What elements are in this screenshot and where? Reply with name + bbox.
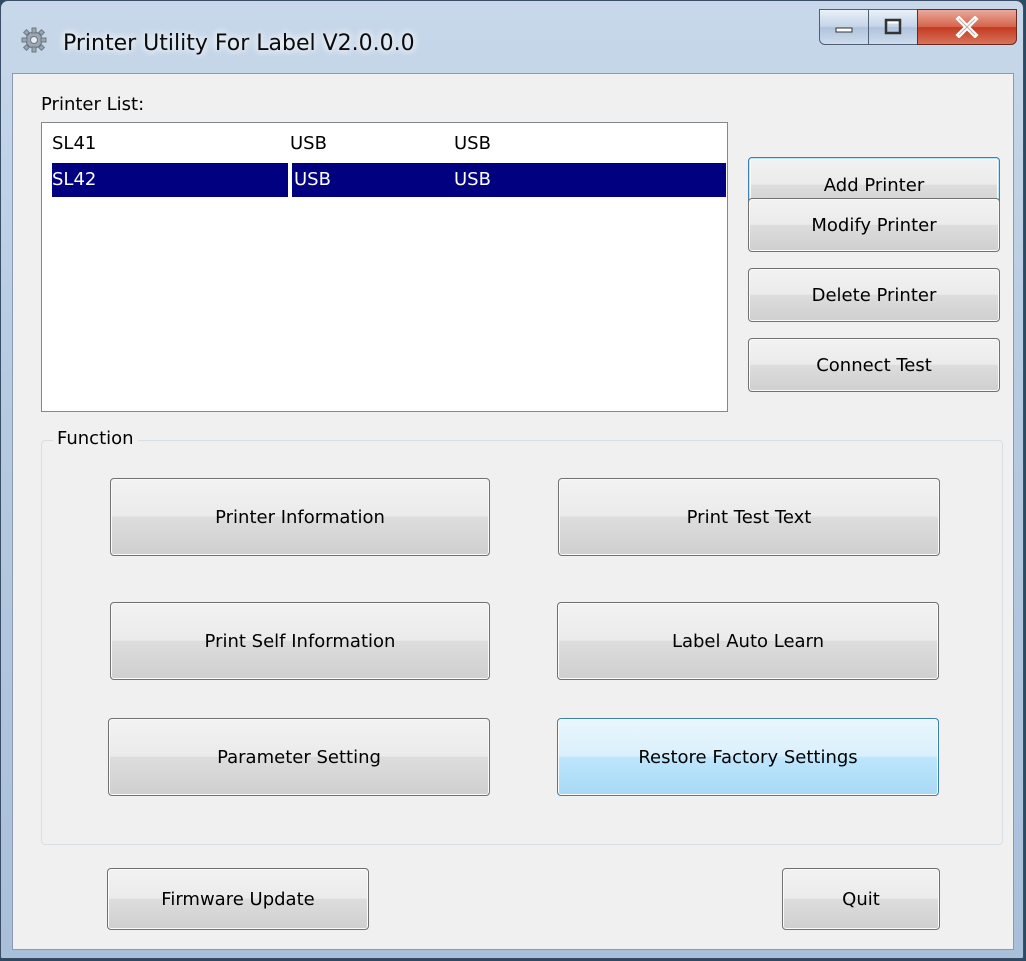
delete-printer-button[interactable]: Delete Printer (748, 268, 1000, 322)
printer-list[interactable]: SL41 USB USB SL42 USB USB (41, 122, 728, 412)
printer-port: USB (290, 133, 327, 154)
selection-highlight (292, 163, 726, 197)
gear-icon (21, 27, 47, 53)
client-area: Printer List: SL41 USB USB SL42 USB USB … (12, 73, 1014, 950)
title-bar[interactable]: Printer Utility For Label V2.0.0.0 (1, 1, 1023, 73)
quit-button[interactable]: Quit (782, 868, 940, 930)
printer-name: SL41 (52, 133, 97, 154)
function-group-title: Function (53, 428, 138, 449)
label-auto-learn-button[interactable]: Label Auto Learn (557, 602, 939, 680)
list-item[interactable]: SL41 USB USB (52, 127, 726, 161)
printer-name: SL42 (52, 169, 97, 190)
restore-factory-settings-button[interactable]: Restore Factory Settings (557, 718, 939, 796)
close-icon (955, 16, 979, 38)
printer-type: USB (454, 133, 491, 154)
list-item-selected[interactable]: SL42 USB USB (52, 163, 726, 197)
printer-list-label: Printer List: (41, 94, 145, 115)
connect-test-button[interactable]: Connect Test (748, 338, 1000, 392)
print-test-text-button[interactable]: Print Test Text (558, 478, 940, 556)
maximize-icon (884, 18, 902, 35)
minimize-button[interactable] (819, 9, 869, 45)
close-button[interactable] (917, 9, 1017, 45)
print-self-information-button[interactable]: Print Self Information (110, 602, 490, 680)
printer-port: USB (294, 169, 331, 190)
maximize-button[interactable] (868, 9, 918, 45)
window-title: Printer Utility For Label V2.0.0.0 (63, 31, 415, 56)
application-window: Printer Utility For Label V2.0.0.0 Print… (0, 0, 1024, 959)
parameter-setting-button[interactable]: Parameter Setting (108, 718, 490, 796)
printer-type: USB (454, 169, 491, 190)
firmware-update-button[interactable]: Firmware Update (107, 868, 369, 930)
modify-printer-button[interactable]: Modify Printer (748, 198, 1000, 252)
printer-information-button[interactable]: Printer Information (110, 478, 490, 556)
minimize-icon (835, 27, 853, 33)
